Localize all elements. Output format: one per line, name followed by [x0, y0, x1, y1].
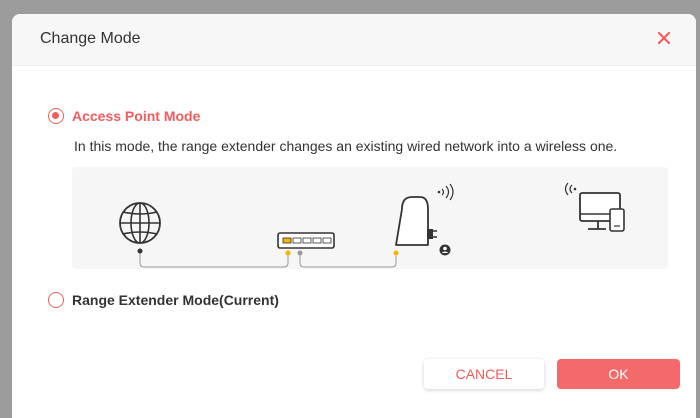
access-point-mode-label: Access Point Mode	[72, 108, 201, 124]
access-point-mode-radio[interactable]	[48, 108, 64, 124]
change-mode-dialog: Change Mode Access Point Mode In this mo…	[12, 14, 696, 418]
range-extender-mode-label: Range Extender Mode(Current)	[72, 292, 279, 308]
cancel-button[interactable]: CANCEL	[424, 359, 544, 389]
range-extender-mode-radio[interactable]	[48, 292, 64, 308]
switch-icon	[277, 232, 335, 249]
access-point-mode-option[interactable]: Access Point Mode	[48, 108, 200, 124]
ok-button[interactable]: OK	[557, 359, 680, 389]
dialog-header: Change Mode	[12, 14, 696, 66]
network-diagram	[72, 167, 668, 269]
extender-icon	[395, 183, 454, 256]
access-point-mode-description: In this mode, the range extender changes…	[74, 138, 618, 154]
range-extender-mode-option[interactable]: Range Extender Mode(Current)	[48, 292, 279, 308]
dialog-title: Change Mode	[40, 30, 141, 47]
globe-icon	[119, 202, 161, 244]
computer-phone-icon	[564, 182, 625, 232]
close-icon[interactable]	[652, 26, 676, 50]
